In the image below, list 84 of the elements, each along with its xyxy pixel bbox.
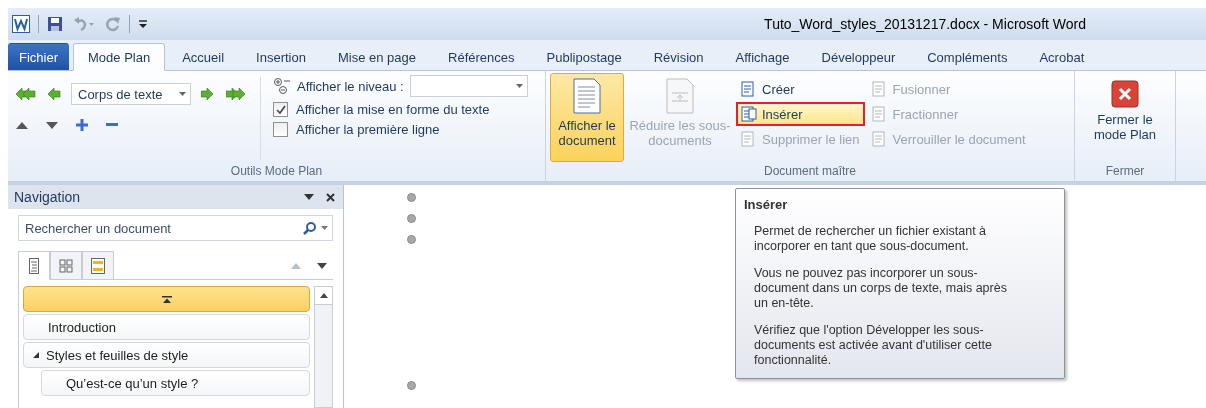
close-icon <box>1111 80 1139 108</box>
down-triangle-icon <box>317 263 327 269</box>
caret-icon <box>179 92 186 96</box>
expand-button[interactable] <box>74 117 90 133</box>
group-label: Document maître <box>762 163 857 180</box>
check-icon <box>275 104 286 115</box>
headings-icon <box>29 257 39 274</box>
document-icon <box>741 81 757 97</box>
ribbon-tab[interactable]: Acrobat <box>1024 43 1100 70</box>
ribbon-tab[interactable]: Mode Plan <box>73 43 166 71</box>
ribbon-button[interactable]: Insérer <box>736 102 865 126</box>
down-triangle-icon <box>46 121 58 129</box>
demote-button[interactable] <box>199 85 216 103</box>
option-checkbox[interactable]: Afficher la première ligne <box>273 122 528 137</box>
outline-bullet-icon <box>407 235 416 244</box>
next-heading-button[interactable] <box>315 261 329 271</box>
window-title: Tuto_Word_styles_20131217.docx - Microsoft Word <box>764 16 1086 32</box>
ribbon-tab[interactable]: Révision <box>638 43 719 70</box>
ribbon-tab[interactable]: Affichage <box>720 43 805 70</box>
collapse-button[interactable] <box>104 121 120 129</box>
results-icon <box>91 257 105 274</box>
redo-icon <box>105 16 121 32</box>
caret-icon <box>138 19 148 29</box>
up-triangle-icon <box>319 293 328 298</box>
ribbon-tab[interactable]: Compléments <box>912 43 1023 70</box>
outline-bullet-icon <box>407 381 416 390</box>
double-right-arrow-icon <box>226 87 246 101</box>
heading-item[interactable]: Styles et feuilles de style <box>23 342 310 368</box>
ribbon-tab[interactable]: Insertion <box>241 43 321 70</box>
outline-level-dropdown[interactable]: Corps de texte <box>71 83 191 105</box>
expand-triangle-icon[interactable] <box>32 351 40 359</box>
outline-bullet-icon <box>407 214 416 223</box>
save-button[interactable] <box>45 14 65 34</box>
ribbon-button[interactable]: Créer <box>736 77 865 101</box>
group-label: Outils Mode Plan <box>229 163 324 180</box>
ribbon-tab[interactable]: Publipostage <box>531 43 637 70</box>
large-ribbon-button[interactable]: Afficher le document <box>550 73 624 162</box>
up-triangle-icon <box>16 121 28 129</box>
move-down-button[interactable] <box>44 119 60 131</box>
word-logo-icon <box>12 15 30 33</box>
right-arrow-icon <box>201 87 214 101</box>
pages-grid-icon <box>59 258 73 273</box>
show-level-icon <box>273 78 291 94</box>
ribbon-tab[interactable]: Mise en page <box>322 43 432 70</box>
option-checkbox[interactable]: Afficher la mise en forme du texte <box>273 102 528 117</box>
ribbon-tab[interactable]: Références <box>433 43 530 70</box>
show-level-label: Afficher le niveau : <box>297 78 404 94</box>
promote-to-heading-button[interactable] <box>14 85 38 103</box>
save-icon <box>47 16 63 32</box>
view-tab[interactable] <box>18 251 50 280</box>
close-icon <box>326 192 335 202</box>
close-outline-button[interactable]: Fermer le mode Plan <box>1085 75 1165 162</box>
customize-toolbar-button[interactable] <box>136 17 150 31</box>
tooltip-title: Insérer <box>744 197 789 212</box>
plus-icon <box>76 119 88 131</box>
word-app-icon[interactable] <box>10 13 32 35</box>
view-tab[interactable] <box>82 251 114 280</box>
insert-document-icon <box>741 106 757 122</box>
scrollbar[interactable] <box>314 286 333 408</box>
document-icon <box>573 78 601 114</box>
pane-options-button[interactable] <box>302 192 316 202</box>
outline-bullet-icon <box>407 193 416 202</box>
promote-button[interactable] <box>46 85 63 103</box>
down-triangle-icon <box>304 194 314 200</box>
caret-icon <box>515 84 523 88</box>
heading-item[interactable]: Introduction <box>23 314 310 340</box>
tooltip-text: Vous ne pouvez pas incorporer un sous-document dans un corps de texte, mais après un en-tête. <box>754 266 1008 311</box>
go-to-top-icon <box>161 295 172 303</box>
ribbon-tab[interactable]: Accueil <box>167 43 240 70</box>
close-pane-button[interactable] <box>324 190 337 204</box>
left-arrow-icon <box>48 87 61 101</box>
tooltip-text: Vérifiez que l'option Développer les sous-documents est activée avant d'utiliser cette fonctionnalité. <box>754 323 993 368</box>
undo-icon <box>73 16 95 32</box>
heading-item[interactable]: Qu’est-ce qu’un style ? <box>41 370 310 396</box>
file-tab[interactable]: Fichier <box>8 43 69 70</box>
minus-icon <box>106 123 118 127</box>
pane-title: Navigation <box>14 189 82 205</box>
ribbon-tab[interactable]: Développeur <box>806 43 911 70</box>
up-triangle-icon <box>291 263 301 269</box>
collapse-document-icon <box>666 78 694 114</box>
tooltip-text: Permet de rechercher un fichier existant à incorporer en tant que sous-document. <box>754 224 988 254</box>
demote-to-body-button[interactable] <box>224 85 248 103</box>
double-left-arrow-icon <box>16 87 36 101</box>
group-label: Fermer <box>1104 163 1146 180</box>
